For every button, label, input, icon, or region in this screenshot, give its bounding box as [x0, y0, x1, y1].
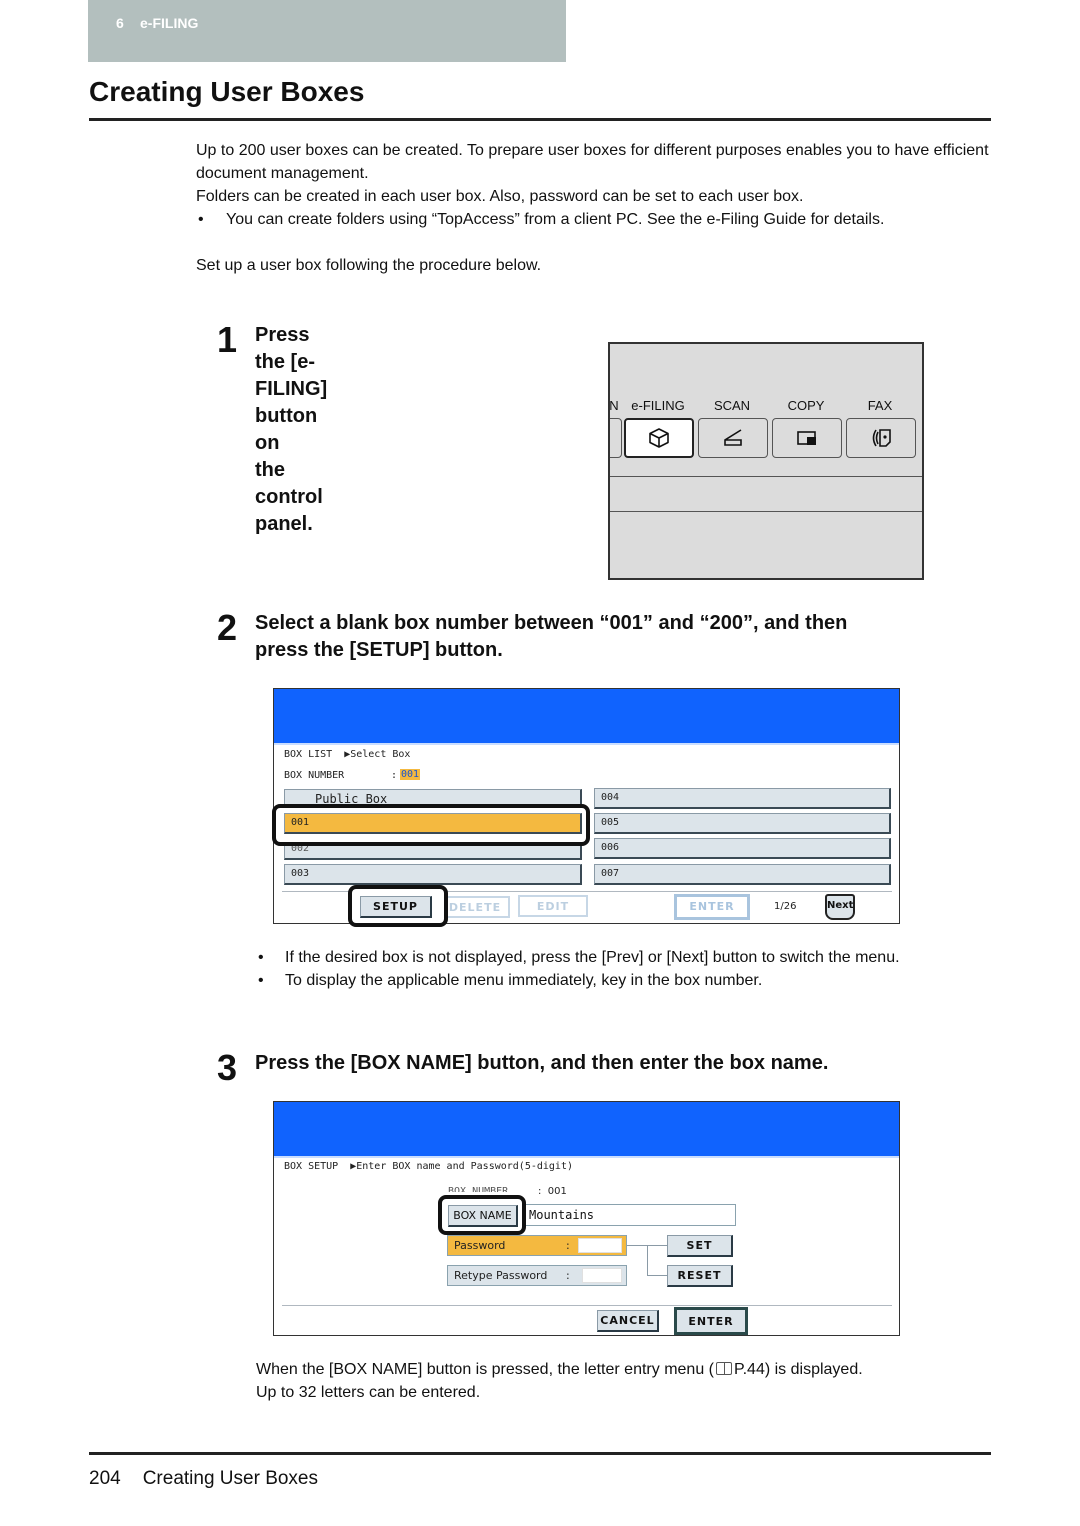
efiling-label: e-FILING: [631, 398, 685, 413]
step-instruction: Select a blank box number between “001” …: [255, 610, 975, 664]
footer-title: Creating User Boxes: [142, 1468, 318, 1489]
scanner-icon: [724, 429, 742, 446]
chapter-number: 6: [116, 15, 124, 31]
set-button[interactable]: SET: [667, 1235, 733, 1257]
chapter-tab: 6 e-FILING: [88, 0, 566, 62]
box-list-item[interactable]: 007: [594, 864, 891, 885]
efiling-button[interactable]: [624, 418, 694, 458]
step-number: 1: [217, 319, 238, 360]
setup-button[interactable]: SETUP: [360, 896, 432, 918]
copy-icon: [797, 431, 816, 445]
next-button[interactable]: Next: [825, 894, 855, 920]
intro-paragraph: Folders can be created in each user box.…: [196, 188, 804, 205]
step-3-description: When the [BOX NAME] button is pressed, t…: [256, 1358, 986, 1404]
reset-button[interactable]: RESET: [667, 1265, 733, 1287]
copy-label: COPY: [787, 398, 825, 413]
step-number: 2: [217, 607, 238, 648]
copy-button[interactable]: [772, 418, 842, 458]
panel-divider: [610, 476, 922, 477]
connector-line: [647, 1245, 648, 1275]
box-number-value: : 001: [538, 1186, 567, 1197]
screen-header-bar: [274, 1102, 899, 1158]
screen-divider: [282, 1305, 892, 1306]
step-line: press the [SETUP] button.: [255, 639, 503, 661]
step-instruction: Press the [BOX NAME] button, and then en…: [255, 1050, 975, 1077]
page-footer: 204 Creating User Boxes: [89, 1468, 318, 1490]
step-2-notes: If the desired box is not displayed, pre…: [256, 946, 976, 992]
fax-icon: [872, 429, 891, 447]
intro-paragraph: Up to 200 user boxes can be created. To …: [196, 142, 989, 182]
step-instruction: Press the [e-FILING] button on the contr…: [255, 322, 327, 538]
box-number-label: BOX NUMBER: [284, 770, 345, 781]
intro-section: Up to 200 user boxes can be created. To …: [196, 139, 996, 277]
box-name-button[interactable]: BOX NAME: [448, 1205, 518, 1227]
box-setup-screen: BOX SETUP ▶Enter BOX name and Password(5…: [273, 1101, 900, 1336]
screen-header-bar: [274, 689, 899, 745]
breadcrumb: BOX LIST ▶Select Box: [284, 749, 411, 760]
box-list-item[interactable]: 004: [594, 788, 891, 809]
enter-button[interactable]: ENTER: [674, 894, 750, 920]
delete-button[interactable]: DELETE: [446, 896, 510, 918]
note-bullet: To display the applicable menu immediate…: [256, 969, 976, 992]
partial-button[interactable]: [610, 418, 622, 458]
footer-divider: [89, 1452, 991, 1455]
page-indicator: 1/26: [774, 901, 797, 912]
step-number: 3: [217, 1047, 238, 1088]
step-line: the control panel.: [255, 459, 323, 535]
intro-paragraph: Set up a user box following the procedur…: [196, 257, 542, 274]
box-number-value: 001: [400, 769, 421, 780]
box-list-item[interactable]: 006: [594, 838, 891, 859]
box-list-screen: BOX LIST ▶Select Box BOX NUMBER : 001 Pu…: [272, 688, 900, 927]
desc-text: When the [BOX NAME] button is pressed, t…: [256, 1361, 714, 1378]
desc-text: ) is displayed.: [764, 1361, 863, 1378]
box-icon: [649, 428, 669, 448]
enter-button[interactable]: ENTER: [674, 1307, 748, 1335]
password-field[interactable]: Password :: [447, 1235, 627, 1256]
retype-password-label: Retype Password: [454, 1269, 548, 1282]
page-reference-link[interactable]: P.44: [734, 1361, 765, 1378]
step-line: Press the [e-FILING] button on: [255, 324, 328, 454]
step-line: Select a blank box number between “001” …: [255, 612, 848, 634]
box-name-field[interactable]: Mountains: [524, 1204, 736, 1226]
password-label: Password: [454, 1239, 506, 1252]
step-line: Press the [BOX NAME] button, and then en…: [255, 1052, 829, 1074]
retype-password-field[interactable]: Retype Password :: [447, 1265, 627, 1286]
box-number-separator: :: [391, 770, 398, 781]
desc-text: Up to 32 letters can be entered.: [256, 1384, 481, 1401]
edit-button[interactable]: EDIT: [518, 895, 588, 917]
fax-label: FAX: [867, 398, 893, 413]
scan-label: SCAN: [713, 398, 751, 413]
box-list-item-selected[interactable]: 001: [284, 813, 582, 834]
box-list-item[interactable]: 003: [284, 864, 582, 885]
page-title: Creating User Boxes: [89, 76, 365, 107]
scan-button[interactable]: [698, 418, 768, 458]
title-divider: [89, 118, 991, 121]
retype-password-input[interactable]: [582, 1268, 622, 1283]
page-number: 204: [89, 1468, 121, 1489]
note-bullet: If the desired box is not displayed, pre…: [256, 946, 976, 969]
connector-line: [647, 1275, 667, 1276]
retype-password-colon: :: [566, 1269, 570, 1282]
control-panel-illustration: N e-FILING SCAN COPY FAX: [608, 342, 924, 580]
book-reference-icon: [715, 1362, 732, 1375]
chapter-name: e-FILING: [140, 15, 199, 31]
panel-divider: [610, 511, 922, 512]
password-colon: :: [566, 1239, 570, 1252]
intro-bullet: You can create folders using “TopAccess”…: [196, 208, 996, 231]
fax-button[interactable]: [846, 418, 916, 458]
box-list-item[interactable]: 005: [594, 813, 891, 834]
box-number-label: BOX NUMBER: [448, 1186, 509, 1192]
cancel-button[interactable]: CANCEL: [597, 1310, 659, 1332]
breadcrumb: BOX SETUP ▶Enter BOX name and Password(5…: [284, 1161, 573, 1172]
password-input[interactable]: [578, 1238, 622, 1253]
